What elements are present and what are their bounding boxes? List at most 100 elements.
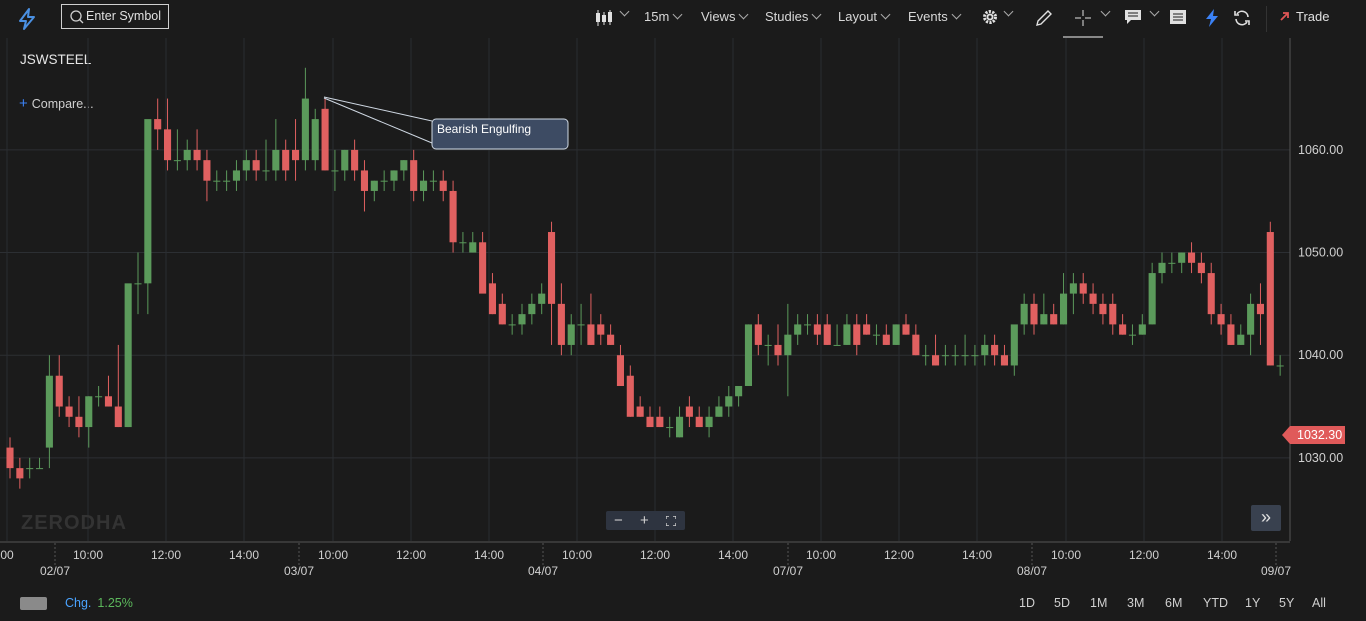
range-1d[interactable]: 1D	[1019, 596, 1035, 610]
refresh-icon[interactable]	[1232, 8, 1252, 28]
range-all[interactable]: All	[1312, 596, 1326, 610]
chart-type-caret[interactable]	[616, 6, 630, 21]
candle	[291, 119, 300, 181]
comment-icon[interactable]	[1123, 8, 1143, 26]
candle-body	[1020, 303, 1028, 325]
candle-body	[134, 283, 142, 285]
range-5y[interactable]: 5Y	[1279, 596, 1294, 610]
interval-menu[interactable]: 15m	[644, 9, 683, 24]
candle-body	[833, 344, 841, 346]
bottom-bar: Chg. 1.25% 1D 5D 1M 3M 6M YTD 1Y 5Y All	[0, 585, 1366, 621]
candle-body	[1109, 303, 1117, 325]
candle	[794, 314, 802, 345]
lightning-logo-icon[interactable]	[14, 6, 40, 32]
candle-body	[1089, 293, 1097, 304]
candle	[518, 303, 526, 335]
candle-body	[163, 129, 172, 161]
range-1y[interactable]: 1Y	[1245, 596, 1260, 610]
candle-body	[104, 396, 113, 407]
candle	[124, 283, 132, 428]
candle	[114, 344, 122, 428]
candle-body	[695, 416, 703, 428]
candle-body	[823, 324, 831, 345]
candle	[961, 334, 969, 366]
candle	[1256, 283, 1265, 345]
candle-body	[853, 324, 861, 345]
lightning-alert-icon[interactable]	[1203, 8, 1221, 28]
candle-body	[35, 468, 44, 470]
comment-caret[interactable]	[1146, 6, 1160, 21]
range-5d[interactable]: 5D	[1054, 596, 1070, 610]
candle	[1217, 303, 1225, 335]
pencil-draw-icon[interactable]	[1034, 8, 1054, 28]
candle-body	[55, 375, 63, 407]
x-time-label: 10:00	[562, 548, 592, 562]
candle-body	[1000, 355, 1009, 366]
zoom-controls: − +	[606, 511, 685, 530]
candle	[764, 334, 772, 366]
pattern-annotation[interactable]: Bearish Engulfing	[323, 96, 569, 150]
x-time-label: 10:00	[806, 548, 836, 562]
candle	[1178, 252, 1186, 274]
fullscreen-icon[interactable]	[666, 516, 676, 526]
studies-menu[interactable]: Studies	[765, 9, 822, 24]
candle	[1069, 273, 1077, 315]
candle-chart-type-icon[interactable]	[594, 9, 614, 27]
candle-body	[45, 375, 53, 448]
candle-body	[547, 232, 556, 304]
x-time-label: 00	[0, 548, 14, 562]
crosshair-icon[interactable]	[1073, 8, 1093, 28]
crosshair-caret[interactable]	[1097, 6, 1111, 21]
candle	[144, 119, 152, 315]
gear-icon[interactable]	[981, 8, 999, 26]
candle-body	[872, 334, 881, 336]
candle-body	[262, 170, 270, 172]
candle-body	[114, 406, 122, 428]
studies-label: Studies	[765, 9, 809, 24]
candle	[1000, 344, 1009, 366]
candle-body	[597, 324, 605, 335]
events-menu[interactable]: Events	[908, 9, 962, 24]
x-time-label: 14:00	[474, 548, 504, 562]
candle	[675, 406, 684, 438]
y-tick-label: 1060.00	[1298, 143, 1343, 157]
symbol-search-input[interactable]: Enter Symbol	[61, 4, 169, 29]
candle-body	[95, 396, 103, 398]
scroll-to-latest-button[interactable]: »	[1251, 505, 1281, 531]
x-date-label: 03/07	[284, 564, 314, 578]
candle-body	[882, 334, 890, 345]
range-ytd[interactable]: YTD	[1203, 596, 1228, 610]
candle-body	[616, 355, 625, 386]
views-menu[interactable]: Views	[701, 9, 749, 24]
candle-body	[538, 293, 546, 304]
layout-menu[interactable]: Layout	[838, 9, 891, 24]
candle	[35, 457, 44, 470]
zoom-out-button[interactable]: −	[614, 511, 623, 530]
range-3m[interactable]: 3M	[1127, 596, 1144, 610]
trade-button[interactable]: Trade	[1279, 9, 1329, 24]
zoom-in-button[interactable]: +	[640, 511, 649, 530]
candle	[735, 385, 743, 407]
candle	[341, 149, 349, 181]
candle	[1109, 293, 1117, 335]
candle	[16, 457, 24, 489]
candle-body	[991, 344, 999, 356]
candlestick-chart[interactable]: 1030.00 1040.00 1050.00 1060.00 00 10:00 12:0…	[0, 38, 1366, 584]
news-icon[interactable]	[1168, 8, 1188, 26]
candle-body	[321, 108, 329, 171]
candle-body	[666, 427, 674, 429]
candle-body	[341, 149, 349, 171]
y-axis: 1030.00 1040.00 1050.00 1060.00	[1289, 38, 1343, 541]
candle-body	[1178, 252, 1186, 263]
candle	[1247, 293, 1255, 356]
candle-body	[193, 149, 201, 161]
keyboard-icon[interactable]	[20, 597, 47, 610]
candle-body	[124, 283, 132, 428]
range-1m[interactable]: 1M	[1090, 596, 1107, 610]
candle-body	[941, 355, 949, 357]
candle	[252, 149, 260, 181]
settings-caret[interactable]	[1000, 6, 1014, 21]
range-6m[interactable]: 6M	[1165, 596, 1182, 610]
candle-body	[1040, 314, 1048, 325]
candle-body	[744, 324, 753, 386]
